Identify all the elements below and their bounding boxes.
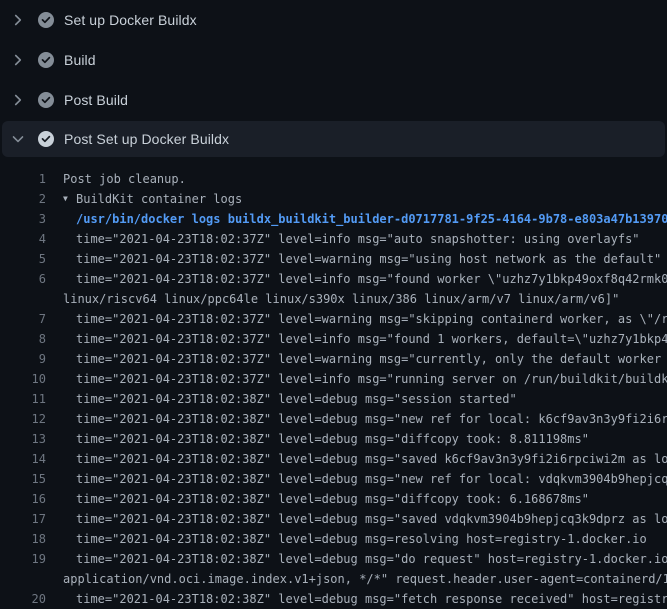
log-line-text: application/vnd.oci.image.index.v1+json,… — [63, 569, 667, 589]
chevron-down-icon — [10, 131, 26, 147]
log-line-number[interactable]: 2 — [0, 189, 46, 209]
log-line-number[interactable]: 13 — [0, 429, 46, 449]
log-line-continuation: linux/riscv64 linux/ppc64le linux/s390x … — [0, 289, 667, 309]
check-circle-icon — [38, 52, 54, 68]
log-line: 1 Post job cleanup. — [0, 169, 667, 189]
log-line-number[interactable]: 5 — [0, 249, 46, 269]
log-line-number[interactable]: 14 — [0, 449, 46, 469]
log-line-text: time="2021-04-23T18:02:37Z" level=info m… — [76, 229, 640, 249]
log-line-text: time="2021-04-23T18:02:37Z" level=info m… — [76, 369, 667, 389]
log-line-text: time="2021-04-23T18:02:38Z" level=debug … — [76, 509, 667, 529]
step-title: Build — [64, 52, 96, 68]
log-line-text: time="2021-04-23T18:02:38Z" level=debug … — [76, 489, 589, 509]
log-line: 5 time="2021-04-23T18:02:37Z" level=warn… — [0, 249, 667, 269]
group-expand-triangle-icon[interactable]: ▼ — [63, 189, 76, 209]
log-line: 6 time="2021-04-23T18:02:37Z" level=info… — [0, 269, 667, 289]
step-row-set-up-docker-buildx[interactable]: Set up Docker Buildx — [0, 0, 667, 40]
log-viewer: 1 Post job cleanup. 2 ▼ BuildKit contain… — [0, 157, 667, 609]
check-circle-icon — [38, 92, 54, 108]
log-line-text: Post job cleanup. — [63, 169, 186, 189]
log-group-label[interactable]: BuildKit container logs — [76, 189, 242, 209]
log-line-text: time="2021-04-23T18:02:37Z" level=warnin… — [76, 249, 661, 269]
log-line-text: time="2021-04-23T18:02:37Z" level=info m… — [76, 329, 667, 349]
log-line-text: time="2021-04-23T18:02:38Z" level=debug … — [76, 429, 589, 449]
log-line: 19 time="2021-04-23T18:02:38Z" level=deb… — [0, 549, 667, 569]
log-line-text: time="2021-04-23T18:02:38Z" level=debug … — [76, 469, 667, 489]
step-row-post-build[interactable]: Post Build — [0, 80, 667, 120]
log-line: 16 time="2021-04-23T18:02:38Z" level=deb… — [0, 489, 667, 509]
log-command-text: /usr/bin/docker logs buildx_buildkit_bui… — [76, 209, 667, 229]
actions-log-panel: { "colors": { "bg": "#0d1117", "bar": "#… — [0, 0, 667, 600]
log-line-number[interactable]: 12 — [0, 409, 46, 429]
log-line: 14 time="2021-04-23T18:02:38Z" level=deb… — [0, 449, 667, 469]
log-line-text: time="2021-04-23T18:02:38Z" level=debug … — [76, 389, 517, 409]
step-title: Post Build — [64, 92, 128, 108]
step-row-build[interactable]: Build — [0, 40, 667, 80]
log-group-header[interactable]: 2 ▼ BuildKit container logs — [0, 189, 667, 209]
check-circle-icon — [38, 131, 54, 147]
log-line-number — [0, 569, 46, 589]
log-line-number[interactable]: 16 — [0, 489, 46, 509]
log-line: 17 time="2021-04-23T18:02:38Z" level=deb… — [0, 509, 667, 529]
log-line-text: time="2021-04-23T18:02:37Z" level=warnin… — [76, 309, 667, 329]
log-line: 13 time="2021-04-23T18:02:38Z" level=deb… — [0, 429, 667, 449]
chevron-right-icon — [10, 52, 26, 68]
log-line-text: time="2021-04-23T18:02:37Z" level=info m… — [76, 269, 667, 289]
log-line: 15 time="2021-04-23T18:02:38Z" level=deb… — [0, 469, 667, 489]
log-line-text: time="2021-04-23T18:02:38Z" level=debug … — [76, 549, 667, 569]
log-line: 12 time="2021-04-23T18:02:38Z" level=deb… — [0, 409, 667, 429]
check-circle-icon — [38, 12, 54, 28]
log-line-number[interactable]: 15 — [0, 469, 46, 489]
log-line-number[interactable]: 8 — [0, 329, 46, 349]
step-row-post-set-up-docker-buildx[interactable]: Post Set up Docker Buildx — [2, 121, 665, 157]
log-line: 18 time="2021-04-23T18:02:38Z" level=deb… — [0, 529, 667, 549]
log-line-number[interactable]: 3 — [0, 209, 46, 229]
log-command-line: 3 /usr/bin/docker logs buildx_buildkit_b… — [0, 209, 667, 229]
log-line-number[interactable]: 4 — [0, 229, 46, 249]
log-line-number[interactable]: 18 — [0, 529, 46, 549]
log-line-text: linux/riscv64 linux/ppc64le linux/s390x … — [63, 289, 619, 309]
log-line-number[interactable]: 20 — [0, 589, 46, 609]
chevron-right-icon — [10, 12, 26, 28]
chevron-right-icon — [10, 92, 26, 108]
log-line-number[interactable]: 6 — [0, 269, 46, 289]
log-line-number[interactable]: 10 — [0, 369, 46, 389]
log-line: 7 time="2021-04-23T18:02:37Z" level=warn… — [0, 309, 667, 329]
log-line: 4 time="2021-04-23T18:02:37Z" level=info… — [0, 229, 667, 249]
log-line: 20 time="2021-04-23T18:02:38Z" level=deb… — [0, 589, 667, 609]
log-line-number[interactable]: 17 — [0, 509, 46, 529]
log-line-number — [0, 289, 46, 309]
log-line-text: time="2021-04-23T18:02:38Z" level=debug … — [76, 589, 667, 609]
log-line-text: time="2021-04-23T18:02:38Z" level=debug … — [76, 409, 667, 429]
log-line: 9 time="2021-04-23T18:02:37Z" level=warn… — [0, 349, 667, 369]
log-line-number[interactable]: 7 — [0, 309, 46, 329]
log-line-text: time="2021-04-23T18:02:38Z" level=debug … — [76, 449, 667, 469]
step-title: Post Set up Docker Buildx — [64, 131, 229, 147]
steps-list: Set up Docker Buildx Build Post Build Po… — [0, 0, 667, 157]
log-line-number[interactable]: 1 — [0, 169, 46, 189]
log-line-number[interactable]: 19 — [0, 549, 46, 569]
log-line-text: time="2021-04-23T18:02:37Z" level=warnin… — [76, 349, 667, 369]
log-line-number[interactable]: 9 — [0, 349, 46, 369]
log-line-text: time="2021-04-23T18:02:38Z" level=debug … — [76, 529, 647, 549]
log-line: 8 time="2021-04-23T18:02:37Z" level=info… — [0, 329, 667, 349]
log-line-number[interactable]: 11 — [0, 389, 46, 409]
log-line: 10 time="2021-04-23T18:02:37Z" level=inf… — [0, 369, 667, 389]
log-line: 11 time="2021-04-23T18:02:38Z" level=deb… — [0, 389, 667, 409]
step-title: Set up Docker Buildx — [64, 12, 197, 28]
log-line-continuation: application/vnd.oci.image.index.v1+json,… — [0, 569, 667, 589]
